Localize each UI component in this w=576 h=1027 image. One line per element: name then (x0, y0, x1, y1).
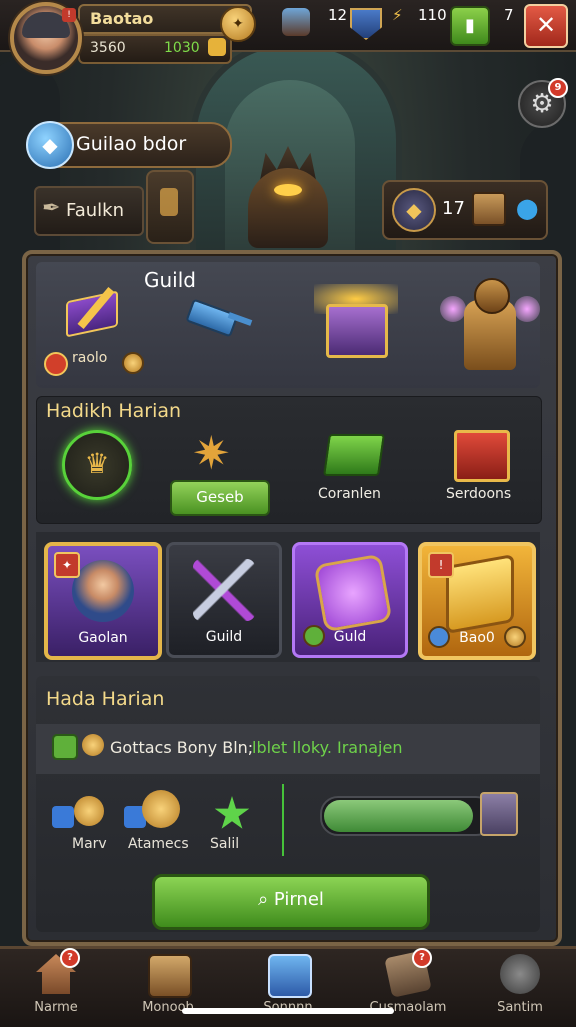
rewards-title: Guild (144, 268, 196, 292)
nav-home-badge: ? (60, 948, 80, 968)
hero-portrait-icon (72, 560, 134, 622)
gem-count: 12 (328, 6, 348, 24)
settings-notification-badge: 9 (548, 78, 568, 98)
level-value: 3560 (90, 40, 126, 56)
star-badge-icon: ✷ (192, 426, 231, 480)
magnifier-icon: ⌕ (258, 889, 274, 910)
guild-header-title: Guilao bdor (76, 133, 187, 155)
stat-label-2: Atamecs (128, 836, 189, 852)
boss-eyes (274, 184, 302, 196)
claim-button[interactable]: Geseb (170, 480, 270, 516)
medal-icon (44, 352, 68, 376)
gold-value: 1030 (164, 40, 200, 56)
green-chest-icon[interactable] (323, 434, 385, 476)
nav-home-label: Narme (34, 1000, 78, 1015)
side-menu-button[interactable]: ✒ Faulkn (34, 186, 144, 236)
resource-count: 17 (442, 198, 465, 219)
quest-progress-fill (324, 800, 474, 832)
find-button[interactable]: ⌕ Pirnel (152, 874, 430, 930)
reward-crate-icon[interactable] (480, 792, 518, 836)
currency-bar[interactable]: 3560 1030 (78, 34, 232, 64)
hero-ring-icon[interactable]: ♛ (62, 430, 132, 500)
gold-icon (208, 38, 226, 56)
nav-quests-badge: ? (412, 948, 432, 968)
boss-body (248, 168, 328, 248)
weapon-card-label: Guild (205, 629, 243, 645)
stat-label-1: Marv (72, 836, 107, 852)
crate-icon (472, 192, 506, 226)
find-button-label: ⌕ Pirnel (155, 889, 427, 910)
player-name: Baotao (90, 9, 154, 28)
quest-divider (282, 784, 284, 856)
home-indicator[interactable] (182, 1008, 394, 1014)
shield-crest-icon (268, 954, 312, 998)
stat-label-3: Salil (210, 836, 240, 852)
quest-text-primary: Gottacs Bony Bln; (110, 738, 254, 757)
gear-icon (500, 954, 540, 994)
resource-panel[interactable]: ◆ 17 ⬤ (382, 180, 548, 240)
energy-icon: ⚡ (392, 6, 403, 24)
treasure-chest-icon[interactable] (314, 284, 398, 358)
crystal-emblem-icon: ◆ (392, 188, 436, 232)
top-bar: Baotao 3560 1030 ✦ 12 ⚡ 110 ▮ 7 ✕ (0, 0, 576, 64)
quest-text-secondary: lblet lloky. Iranajen (252, 738, 403, 757)
scroll-card-label: Guld (333, 629, 367, 645)
chest-box (326, 304, 388, 358)
red-chest-label: Serdoons (446, 486, 512, 502)
nav-home[interactable]: Narme (6, 950, 106, 1020)
gold-bar-icon (446, 554, 514, 634)
coin-icon[interactable]: ✦ (220, 6, 256, 42)
quest-title: Hada Harian (46, 688, 165, 710)
green-chest-label: Coranlen (318, 486, 381, 502)
magic-left (440, 296, 466, 322)
stat-coin-2-icon[interactable] (142, 790, 180, 828)
guild-header[interactable]: ◆ Guilao bdor (26, 121, 232, 169)
stat-badge-1-icon[interactable] (52, 806, 74, 828)
magic-right (514, 296, 540, 322)
crate-icon (148, 954, 192, 998)
key-icon[interactable] (185, 296, 258, 338)
card-badge-icon: ! (428, 552, 454, 578)
quest-progress-bar (320, 796, 494, 836)
red-gift-chest-icon[interactable] (454, 430, 510, 482)
close-button[interactable]: ✕ (524, 4, 568, 48)
reward-coin-icon (122, 352, 144, 374)
gold-card[interactable]: ! Bao0 (418, 542, 536, 660)
stat-coin-1-icon[interactable] (74, 796, 104, 826)
ticket-count: 7 (504, 6, 514, 24)
boss-figure (212, 140, 362, 252)
shield-icon (350, 8, 382, 40)
sword-icon (193, 559, 255, 621)
lantern-decoration (146, 170, 194, 244)
spellbook-icon[interactable] (62, 284, 118, 338)
weapon-card[interactable]: Guild (166, 542, 282, 658)
side-menu-label: Faulkn (66, 200, 124, 221)
card-badge-icon: ✦ (54, 552, 80, 578)
nav-settings-label: Santim (497, 1000, 543, 1015)
map-pin-icon[interactable]: ⬤ (516, 196, 538, 220)
scroll-icon (313, 553, 393, 633)
scroll-card[interactable]: Guld (292, 542, 408, 658)
add-energy-button[interactable]: ▮ (450, 6, 490, 46)
find-button-text: Pirnel (273, 889, 324, 910)
warrior-hero-icon[interactable] (440, 268, 540, 380)
quest-check-icon (52, 734, 78, 760)
energy-count: 110 (418, 6, 447, 24)
nav-settings[interactable]: Santim (470, 950, 570, 1020)
daily-title: Hadikh Harian (46, 400, 182, 422)
hero-card-label: Gaolan (78, 630, 128, 646)
guild-emblem-icon: ◆ (26, 121, 74, 169)
reward-small-label: raolo (72, 350, 108, 366)
quill-icon: ✒ (42, 196, 61, 221)
gold-card-label: Bao0 (459, 630, 495, 646)
quest-coin-icon (82, 734, 104, 756)
potion-icon (282, 8, 310, 36)
hero-card[interactable]: ✦ Gaolan (44, 542, 162, 660)
avatar-badge-icon: ! (62, 8, 76, 22)
warrior-head (474, 278, 510, 314)
